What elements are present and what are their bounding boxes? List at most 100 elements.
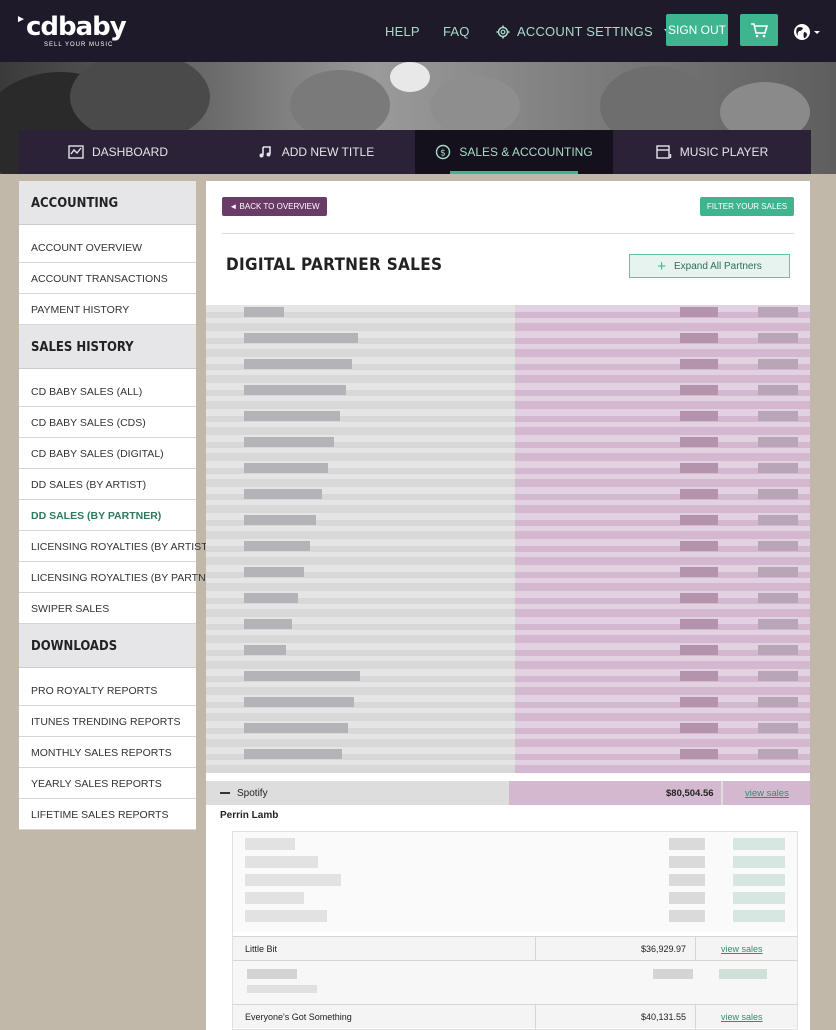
- tab-sales-accounting[interactable]: $ SALES & ACCOUNTING: [415, 130, 613, 174]
- partner-view-sales-link[interactable]: view sales: [745, 788, 789, 799]
- blur-block: [680, 385, 718, 395]
- cart-icon: [751, 23, 769, 38]
- tab-dashboard[interactable]: DASHBOARD: [19, 130, 217, 174]
- cdbaby-logo[interactable]: ► cdbaby SELL YOUR MUSIC: [16, 12, 127, 48]
- blur-block: [733, 910, 785, 922]
- main-nav: DASHBOARD ADD NEW TITLE $ SALES & ACCOUN…: [19, 130, 811, 174]
- sidebar-item-pro-royalty-reports[interactable]: PRO ROYALTY REPORTS: [19, 675, 196, 706]
- globe-icon: [794, 24, 820, 40]
- collapse-icon[interactable]: [220, 792, 230, 794]
- blur-block: [244, 411, 340, 421]
- track-title: Little Bit: [245, 944, 278, 954]
- logo-text: cdbaby: [26, 12, 127, 42]
- blur-stripe: [206, 643, 810, 650]
- blur-block: [758, 463, 798, 473]
- sidebar-item-cd-baby-sales-digital[interactable]: CD BABY SALES (DIGITAL): [19, 438, 196, 469]
- blur-block: [680, 645, 718, 655]
- blur-block: [680, 515, 718, 525]
- blur-block: [244, 593, 298, 603]
- sign-out-button[interactable]: SIGN OUT: [666, 14, 728, 46]
- back-to-overview-button[interactable]: ◄ BACK TO OVERVIEW: [222, 197, 327, 216]
- sidebar-item-licensing-royalties-by-artist[interactable]: LICENSING ROYALTIES (BY ARTIST): [19, 531, 211, 562]
- blur-stripe: [206, 760, 810, 765]
- sidebar: ACCOUNTING ACCOUNT OVERVIEW ACCOUNT TRAN…: [19, 181, 224, 830]
- partner-row-spotify[interactable]: Spotify $80,504.56 view sales: [206, 781, 810, 805]
- blur-stripe: [206, 448, 810, 453]
- sidebar-item-itunes-trending-reports[interactable]: ITUNES TRENDING REPORTS: [19, 706, 196, 737]
- blur-stripe: [206, 305, 810, 312]
- cart-button[interactable]: [740, 14, 778, 46]
- blur-stripe: [206, 370, 810, 375]
- dollar-circle-icon: $: [436, 144, 451, 160]
- sidebar-item-dd-sales-by-artist[interactable]: DD SALES (BY ARTIST): [19, 469, 196, 500]
- column-divider: [695, 1005, 696, 1029]
- blur-block: [247, 985, 317, 993]
- expand-all-partners-button[interactable]: + Expand All Partners: [629, 254, 790, 278]
- faq-link[interactable]: FAQ: [443, 24, 470, 39]
- sidebar-item-account-overview[interactable]: ACCOUNT OVERVIEW: [19, 232, 196, 263]
- tab-add-new-title[interactable]: ADD NEW TITLE: [217, 130, 415, 174]
- tab-sales-accounting-label: SALES & ACCOUNTING: [459, 145, 593, 159]
- language-menu[interactable]: [792, 22, 820, 42]
- blur-block: [758, 645, 798, 655]
- blur-block: [719, 969, 767, 979]
- blur-block: [758, 437, 798, 447]
- blur-stripe: [206, 344, 810, 349]
- track-table: Little Bit $36,929.97 view sales Everyon…: [232, 831, 798, 1030]
- blur-block: [758, 307, 798, 317]
- account-settings-menu[interactable]: ACCOUNT SETTINGS: [496, 24, 673, 39]
- blur-block: [733, 892, 785, 904]
- blur-block: [680, 749, 718, 759]
- track-row: Little Bit $36,929.97 view sales: [233, 936, 797, 961]
- sidebar-item-dd-sales-by-partner[interactable]: DD SALES (BY PARTNER): [19, 500, 196, 531]
- blur-block: [680, 619, 718, 629]
- dashboard-icon: [68, 145, 84, 159]
- sidebar-item-cd-baby-sales-cds[interactable]: CD BABY SALES (CDS): [19, 407, 196, 438]
- track-row: Everyone's Got Something $40,131.55 view…: [233, 1004, 797, 1029]
- blur-block: [680, 307, 718, 317]
- tab-music-player-label: MUSIC PLAYER: [679, 145, 769, 159]
- sidebar-item-payment-history[interactable]: PAYMENT HISTORY: [19, 294, 196, 325]
- tab-music-player[interactable]: MUSIC PLAYER: [613, 130, 811, 174]
- blur-block: [680, 567, 718, 577]
- blur-block: [758, 619, 798, 629]
- blur-block: [758, 333, 798, 343]
- partner-name: Spotify: [237, 788, 268, 799]
- blur-block: [244, 359, 352, 369]
- track-view-sales-link[interactable]: view sales: [721, 944, 763, 954]
- track-view-sales-link[interactable]: view sales: [721, 1012, 763, 1022]
- help-link[interactable]: HELP: [385, 24, 420, 39]
- sidebar-item-licensing-royalties-by-partner[interactable]: LICENSING ROYALTIES (BY PARTNER): [19, 562, 224, 593]
- blur-block: [680, 671, 718, 681]
- sidebar-item-swiper-sales[interactable]: SWIPER SALES: [19, 593, 196, 624]
- tab-add-new-title-label: ADD NEW TITLE: [281, 145, 375, 159]
- blur-block: [758, 697, 798, 707]
- blur-block: [245, 910, 327, 922]
- blur-block: [680, 489, 718, 499]
- gear-icon: [496, 25, 510, 38]
- blur-stripe: [206, 604, 810, 609]
- blur-block: [669, 910, 705, 922]
- blur-block: [758, 411, 798, 421]
- filter-sales-button[interactable]: FILTER YOUR SALES: [700, 197, 794, 216]
- blur-stripe: [206, 474, 810, 479]
- sidebar-item-cd-baby-sales-all[interactable]: CD BABY SALES (ALL): [19, 376, 196, 407]
- sidebar-item-account-transactions[interactable]: ACCOUNT TRANSACTIONS: [19, 263, 196, 294]
- blur-block: [244, 463, 328, 473]
- blur-block: [244, 541, 310, 551]
- sidebar-item-yearly-sales-reports[interactable]: YEARLY SALES REPORTS: [19, 768, 196, 799]
- blurred-track-row: [233, 960, 797, 1004]
- expand-all-label: Expand All Partners: [673, 260, 762, 272]
- blur-stripe: [206, 708, 810, 713]
- main-content: ◄ BACK TO OVERVIEW FILTER YOUR SALES DIG…: [206, 181, 810, 1030]
- sidebar-item-monthly-sales-reports[interactable]: MONTHLY SALES REPORTS: [19, 737, 196, 768]
- blur-block: [244, 619, 292, 629]
- blur-stripe: [206, 318, 810, 323]
- blur-block: [680, 359, 718, 369]
- sidebar-item-lifetime-sales-reports[interactable]: LIFETIME SALES REPORTS: [19, 799, 196, 830]
- blur-block: [247, 969, 297, 979]
- music-note-icon: [259, 146, 271, 158]
- blur-block: [245, 856, 318, 868]
- blur-block: [653, 969, 693, 979]
- logo-tagline: SELL YOUR MUSIC: [44, 42, 114, 48]
